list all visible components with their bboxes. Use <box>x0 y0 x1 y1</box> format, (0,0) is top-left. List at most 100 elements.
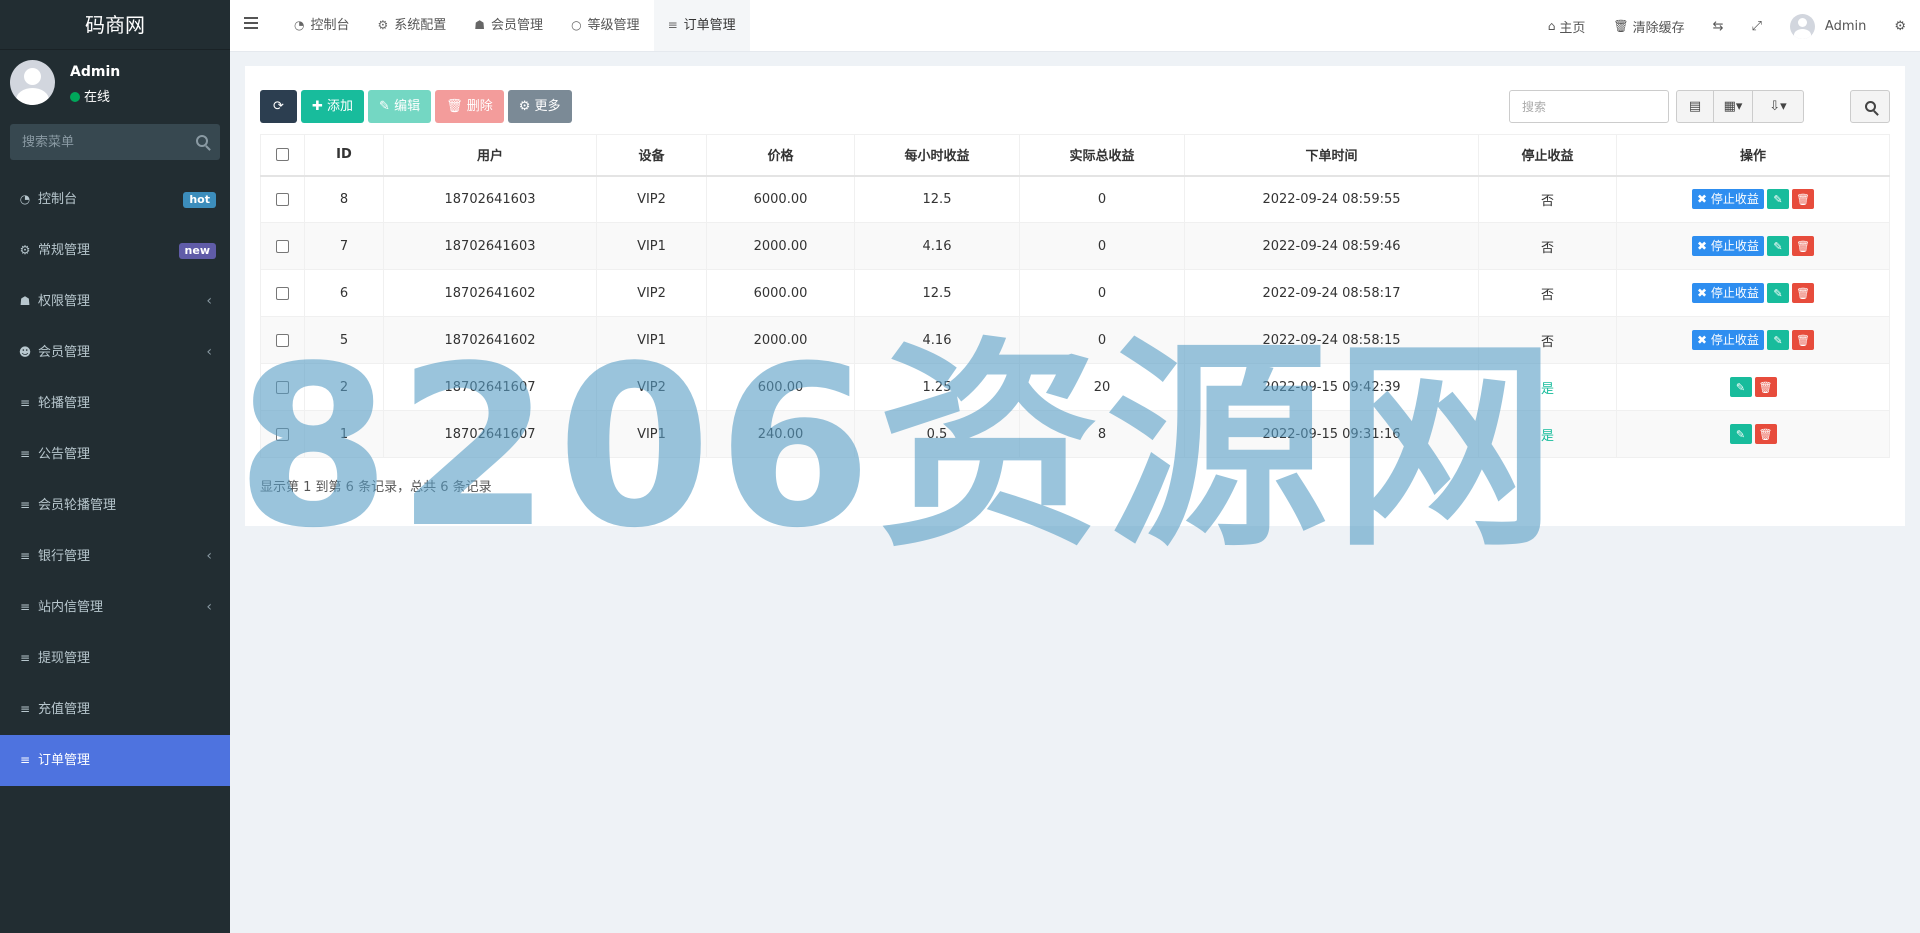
card-view-button[interactable]: ▤ <box>1676 90 1714 123</box>
sidebar-item-3[interactable]: ☻ 会员管理 ‹ <box>0 327 230 378</box>
trash-icon: 🗑 <box>1795 192 1810 206</box>
table-search-input[interactable] <box>1509 90 1669 123</box>
sidebar-item-9[interactable]: ≡ 提现管理 <box>0 633 230 684</box>
cell-price: 6000.00 <box>706 269 855 317</box>
sidebar-item-6[interactable]: ≡ 会员轮播管理 <box>0 480 230 531</box>
row-checkbox[interactable] <box>276 286 289 300</box>
list-icon: ≡ <box>19 600 31 614</box>
row-actions: ✖ 停止收益 ✎ 🗑 <box>1692 283 1814 303</box>
col-user[interactable]: 用户 <box>383 134 597 177</box>
col-device[interactable]: 设备 <box>596 134 707 177</box>
header-right: ⌂ 主页 🗑 清除缓存 ⇆ ⤢ Admin ⚙ <box>1534 0 1920 52</box>
translate-button[interactable]: ⇆ <box>1699 0 1738 52</box>
list-icon: ≡ <box>19 549 31 563</box>
row-checkbox[interactable] <box>276 192 289 206</box>
admin-menu[interactable]: Admin <box>1776 0 1880 52</box>
cell-total: 0 <box>1019 222 1185 270</box>
row-delete-button[interactable]: 🗑 <box>1791 236 1814 256</box>
row-edit-button[interactable]: ✎ <box>1766 189 1789 210</box>
col-price[interactable]: 价格 <box>706 134 855 177</box>
cell-total: 0 <box>1019 175 1185 223</box>
add-button[interactable]: ✚ 添加 <box>301 90 365 123</box>
table-row[interactable]: 8 18702641603 VIP2 6000.00 12.5 0 2022-09-24 0… <box>260 175 1890 223</box>
row-edit-button[interactable]: ✎ <box>1729 377 1752 397</box>
brand-logo[interactable]: 码商网 <box>0 0 230 50</box>
row-edit-button[interactable]: ✎ <box>1729 424 1752 444</box>
advanced-search-button[interactable] <box>1850 90 1890 123</box>
sidebar-item-1[interactable]: ⚙ 常规管理 new <box>0 225 230 276</box>
list-icon: ≡ <box>19 396 31 410</box>
menu-toggle-icon[interactable] <box>244 17 258 29</box>
sidebar-item-10[interactable]: ≡ 充值管理 <box>0 684 230 735</box>
table-row[interactable]: 2 18702641607 VIP2 600.00 1.25 20 2022-09-15 0… <box>260 363 1890 411</box>
col-total[interactable]: 实际总收益 <box>1019 134 1185 177</box>
tab-2[interactable]: ☗ 会员管理 <box>460 0 557 51</box>
home-link[interactable]: ⌂ 主页 <box>1534 0 1600 52</box>
row-edit-button[interactable]: ✎ <box>1766 330 1789 350</box>
row-select-cell <box>260 222 305 270</box>
stop-earning-button[interactable]: ✖ 停止收益 <box>1692 330 1764 350</box>
export-button[interactable]: ⇩▾ <box>1752 90 1804 123</box>
table-row[interactable]: 6 18702641602 VIP2 6000.00 12.5 0 2022-09-24 0… <box>260 269 1890 317</box>
cell-id: 1 <box>304 410 384 458</box>
row-select-cell <box>260 316 305 364</box>
more-button[interactable]: ⚙ 更多 <box>507 90 572 123</box>
cell-device: VIP2 <box>596 175 707 223</box>
delete-label: 删除 <box>466 99 493 114</box>
row-checkbox[interactable] <box>276 427 289 441</box>
sidebar-item-11[interactable]: ≡ 订单管理 <box>0 735 230 786</box>
table-row[interactable]: 1 18702641607 VIP1 240.00 0.5 8 2022-09-15 09:… <box>260 410 1890 458</box>
sidebar-search-input[interactable] <box>10 124 220 160</box>
tab-1[interactable]: ⚙ 系统配置 <box>364 0 461 51</box>
row-delete-button[interactable]: 🗑 <box>1791 330 1814 350</box>
tab-4[interactable]: ≡ 订单管理 <box>653 0 750 51</box>
sidebar-item-8[interactable]: ≡ 站内信管理 ‹ <box>0 582 230 633</box>
columns-toggle-button[interactable]: ▦▾ <box>1713 90 1753 123</box>
stop-earning-button[interactable]: ✖ 停止收益 <box>1692 236 1764 256</box>
sidebar-item-4[interactable]: ≡ 轮播管理 <box>0 378 230 429</box>
sidebar-item-2[interactable]: ☗ 权限管理 ‹ <box>0 276 230 327</box>
tab-0[interactable]: ◔ 控制台 <box>280 0 364 51</box>
col-id[interactable]: ID <box>304 134 384 177</box>
sidebar-item-0[interactable]: ◔ 控制台 hot <box>0 174 230 225</box>
row-delete-button[interactable]: 🗑 <box>1791 283 1814 303</box>
stop-earning-button[interactable]: ✖ 停止收益 <box>1692 189 1764 210</box>
avatar <box>10 60 55 105</box>
search-icon[interactable] <box>196 135 208 147</box>
refresh-button[interactable]: ⟳ <box>260 90 297 123</box>
sidebar-item-label: 站内信管理 <box>38 600 104 615</box>
edit-button[interactable]: ✎ 编辑 <box>368 90 432 123</box>
cell-price: 240.00 <box>706 410 855 458</box>
col-stopped[interactable]: 停止收益 <box>1478 134 1617 177</box>
row-checkbox[interactable] <box>276 239 289 253</box>
row-checkbox[interactable] <box>276 380 289 394</box>
stop-earning-label: 停止收益 <box>1710 286 1759 300</box>
col-time[interactable]: 下单时间 <box>1184 134 1479 177</box>
row-delete-button[interactable]: 🗑 <box>1754 377 1777 397</box>
tab-label: 等级管理 <box>587 18 640 33</box>
table-row[interactable]: 5 18702641602 VIP1 2000.00 4.16 0 2022-09-24 0… <box>260 316 1890 364</box>
fullscreen-button[interactable]: ⤢ <box>1738 0 1776 52</box>
cell-stopped: 否 <box>1478 175 1617 223</box>
row-actions: ✖ 停止收益 ✎ 🗑 <box>1692 236 1814 256</box>
delete-button[interactable]: 🗑 删除 <box>435 90 504 123</box>
sidebar-item-5[interactable]: ≡ 公告管理 <box>0 429 230 480</box>
row-edit-button[interactable]: ✎ <box>1766 236 1789 256</box>
settings-button[interactable]: ⚙ <box>1880 0 1920 52</box>
tab-3[interactable]: ○ 等级管理 <box>557 0 654 51</box>
row-delete-button[interactable]: 🗑 <box>1754 424 1777 444</box>
trash-icon: 🗑 <box>1795 286 1810 300</box>
row-edit-button[interactable]: ✎ <box>1766 283 1789 303</box>
stop-earning-button[interactable]: ✖ 停止收益 <box>1692 283 1764 303</box>
row-actions: ✎ 🗑 <box>1729 424 1777 444</box>
row-delete-button[interactable]: 🗑 <box>1791 189 1814 210</box>
sidebar-item-7[interactable]: ≡ 银行管理 ‹ <box>0 531 230 582</box>
clear-cache-button[interactable]: 🗑 清除缓存 <box>1599 0 1698 52</box>
row-checkbox[interactable] <box>276 333 289 347</box>
cell-user: 18702641602 <box>383 269 597 317</box>
col-hourly[interactable]: 每小时收益 <box>854 134 1020 177</box>
table-row[interactable]: 7 18702641603 VIP1 2000.00 4.16 0 2022-09-24 0… <box>260 222 1890 270</box>
select-all-checkbox[interactable] <box>276 148 289 162</box>
cell-hourly: 1.25 <box>854 363 1020 411</box>
sidebar-item-label: 充值管理 <box>38 702 91 717</box>
